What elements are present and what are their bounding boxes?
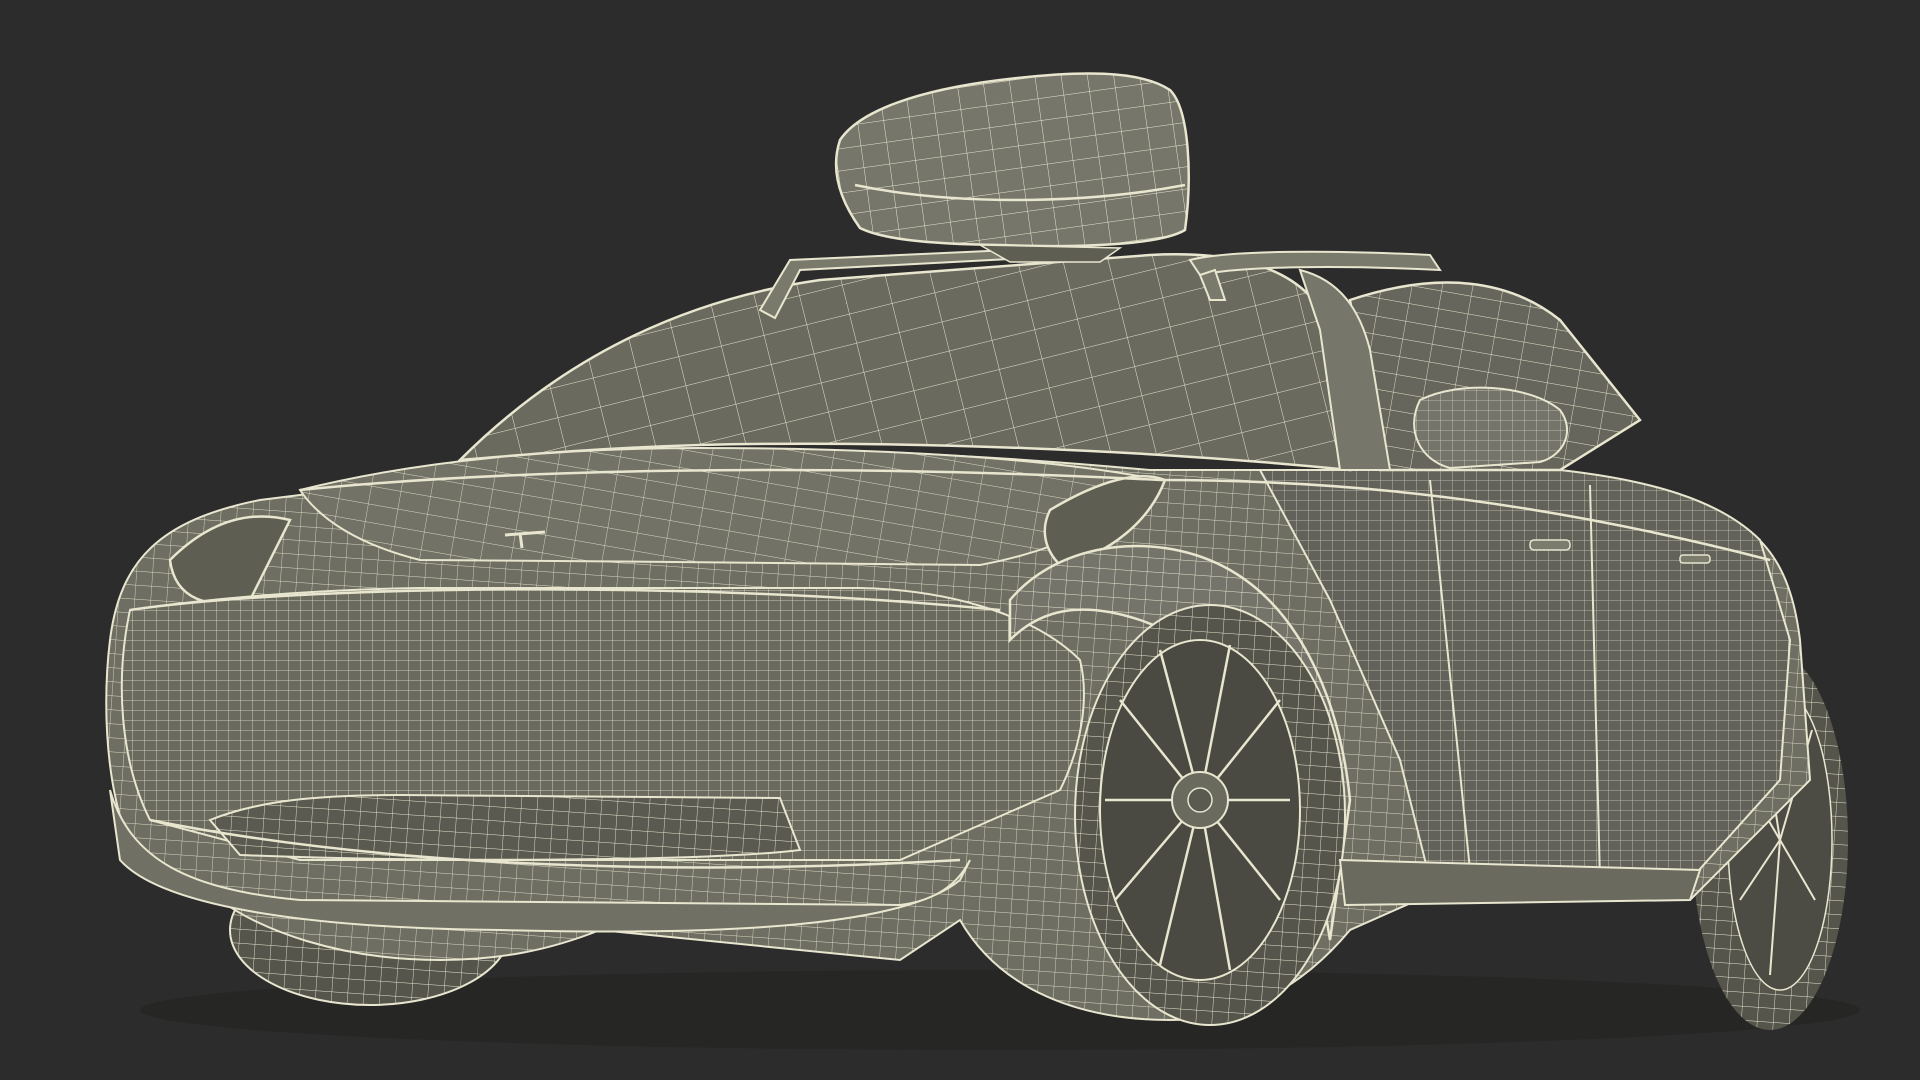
door-handle bbox=[1529, 539, 1571, 551]
side-mirror bbox=[1413, 386, 1569, 470]
lower-grille bbox=[208, 793, 802, 861]
render-viewport bbox=[0, 0, 1920, 1080]
front-right-wheel bbox=[1074, 604, 1346, 1026]
roof-cargo-box bbox=[834, 72, 1190, 263]
hood bbox=[298, 446, 1163, 567]
door-handle bbox=[1679, 554, 1711, 564]
wireframe-car-render bbox=[105, 72, 1860, 1050]
